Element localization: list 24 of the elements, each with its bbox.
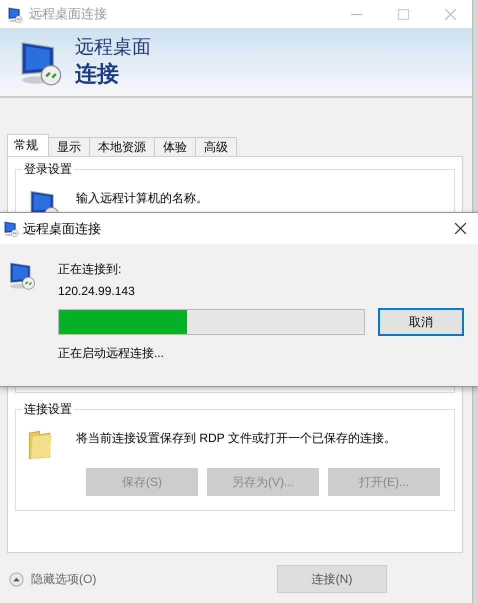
app-icon <box>6 6 23 22</box>
close-icon[interactable] <box>455 223 466 234</box>
tab[interactable]: 常规 <box>7 134 49 156</box>
tab[interactable]: 显示 <box>48 137 90 156</box>
cancel-button[interactable]: 取消 <box>378 308 464 336</box>
banner-title: 远程桌面 <box>75 36 151 60</box>
hide-options-label[interactable]: 隐藏选项(O) <box>31 570 96 588</box>
collapse-icon[interactable] <box>9 572 24 586</box>
group-title: 连接设置 <box>22 401 74 418</box>
hint-text: 输入远程计算机的名称。 <box>76 190 208 207</box>
maximize-icon[interactable] <box>398 8 409 20</box>
tab[interactable]: 高级 <box>195 137 237 156</box>
status-text: 正在启动远程连接... <box>58 345 166 362</box>
tab[interactable]: 本地资源 <box>89 137 155 156</box>
app-icon <box>2 220 19 237</box>
connecting-label: 正在连接到: <box>58 261 122 278</box>
description-text: 将当前连接设置保存到 RDP 文件或打开一个已保存的连接。 <box>76 430 396 447</box>
tab[interactable]: 体验 <box>154 137 196 156</box>
hide-options-link[interactable]: 隐藏选项(O) <box>9 570 96 588</box>
dialog-title: 远程桌面连接 <box>23 220 101 238</box>
banner-subtitle: 连接 <box>75 60 120 88</box>
window-title: 远程桌面连接 <box>29 5 107 23</box>
connect-button[interactable]: 连接(N) <box>277 565 387 593</box>
address-text: 120.24.99.143 <box>58 283 136 300</box>
